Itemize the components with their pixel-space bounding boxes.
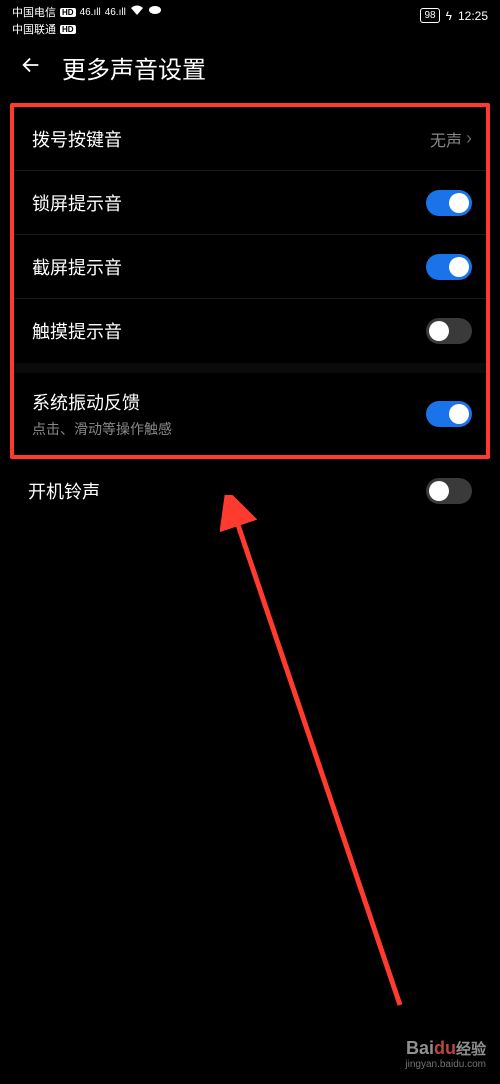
- watermark: Baidu经验 jingyan.baidu.com: [405, 1038, 486, 1070]
- touch-sound-toggle[interactable]: [426, 318, 472, 344]
- haptic-row: 系统振动反馈 点击、滑动等操作触感: [14, 373, 486, 455]
- back-icon[interactable]: [20, 52, 42, 83]
- dial-tone-row[interactable]: 拨号按键音 无声 ›: [14, 107, 486, 171]
- page-header: 更多声音设置: [0, 36, 500, 103]
- battery-level: 98: [424, 10, 435, 21]
- watermark-du: du: [434, 1038, 456, 1058]
- wifi-icon: [130, 5, 144, 19]
- haptic-sublabel: 点击、滑动等操作触感: [32, 419, 172, 439]
- annotation-highlight-box: 拨号按键音 无声 › 锁屏提示音 截屏提示音 触摸: [10, 103, 490, 459]
- page-title: 更多声音设置: [62, 50, 206, 85]
- status-left: 中国电信 HD 46.ıll 46.ıll 中国联通 HD: [12, 4, 162, 37]
- dial-tone-label: 拨号按键音: [32, 126, 122, 152]
- charging-icon: ϟ: [446, 9, 452, 23]
- hd-badge-1: HD: [60, 8, 76, 17]
- screenshot-sound-row: 截屏提示音: [14, 235, 486, 299]
- haptic-label: 系统振动反馈: [32, 389, 172, 415]
- signal-2: 46.ıll: [105, 7, 126, 18]
- status-bar: 中国电信 HD 46.ıll 46.ıll 中国联通 HD 98 ϟ 12:25: [0, 0, 500, 36]
- screenshot-sound-toggle[interactable]: [426, 254, 472, 280]
- chevron-right-icon: ›: [466, 128, 472, 149]
- touch-sound-label: 触摸提示音: [32, 318, 122, 344]
- annotation-arrow-icon: [220, 495, 420, 1015]
- screenshot-sound-label: 截屏提示音: [32, 254, 122, 280]
- watermark-url: jingyan.baidu.com: [405, 1059, 486, 1070]
- section-divider: [14, 363, 486, 373]
- watermark-prefix: Bai: [406, 1038, 434, 1058]
- boot-sound-toggle[interactable]: [426, 478, 472, 504]
- touch-sound-row: 触摸提示音: [14, 299, 486, 363]
- watermark-logo: Baidu经验: [406, 1038, 486, 1059]
- clock: 12:25: [458, 9, 488, 23]
- lock-sound-toggle[interactable]: [426, 190, 472, 216]
- hd-badge-2: HD: [60, 25, 76, 34]
- boot-sound-row: 开机铃声: [0, 459, 500, 523]
- chat-icon: [148, 5, 162, 19]
- settings-list: 拨号按键音 无声 › 锁屏提示音 截屏提示音 触摸: [14, 107, 486, 455]
- signal-1: 46.ıll: [80, 7, 101, 18]
- dial-tone-value-group: 无声 ›: [430, 127, 472, 151]
- watermark-suffix: 经验: [456, 1041, 486, 1058]
- carrier-1-label: 中国电信: [12, 4, 56, 20]
- status-right: 98 ϟ 12:25: [420, 4, 488, 23]
- boot-sound-label: 开机铃声: [28, 478, 100, 504]
- lock-sound-label: 锁屏提示音: [32, 190, 122, 216]
- lock-sound-row: 锁屏提示音: [14, 171, 486, 235]
- haptic-toggle[interactable]: [426, 401, 472, 427]
- dial-tone-value: 无声: [430, 127, 462, 151]
- carrier-2-label: 中国联通: [12, 21, 56, 37]
- battery-icon: 98: [420, 8, 439, 23]
